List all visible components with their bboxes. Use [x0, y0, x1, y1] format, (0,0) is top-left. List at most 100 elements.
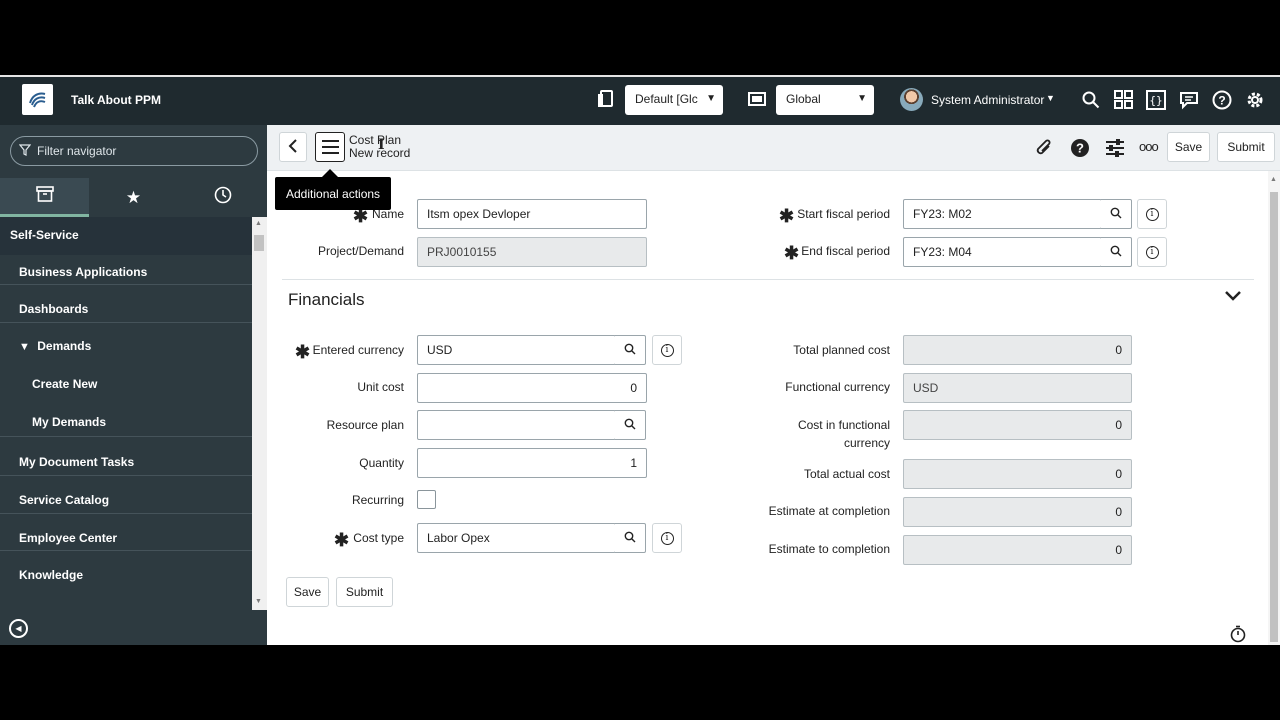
save-label: Save: [293, 585, 322, 599]
stopwatch-icon[interactable]: [1229, 625, 1247, 645]
scope-value: Global: [786, 92, 821, 106]
nav-item-label: Knowledge: [19, 568, 84, 582]
end-fiscal-period-info-button[interactable]: i: [1137, 237, 1167, 267]
submit-button[interactable]: Submit: [1217, 132, 1275, 162]
total-actual-cost-label: Total actual cost: [803, 467, 890, 481]
chat-icon[interactable]: [1179, 90, 1199, 114]
update-set-select[interactable]: Default [Glc ▼: [625, 85, 723, 115]
quantity-label: Quantity: [359, 456, 404, 470]
collapse-navigator-icon[interactable]: ◀: [9, 619, 28, 638]
scrollbar-thumb[interactable]: [1270, 192, 1278, 642]
more-options-icon[interactable]: ooo: [1139, 137, 1159, 157]
estimate-to-completion-field[interactable]: 0: [903, 535, 1132, 565]
tab-history[interactable]: [178, 178, 267, 217]
entered-currency-label: Entered currency: [312, 343, 404, 357]
project-demand-field[interactable]: PRJ0010155: [417, 237, 647, 267]
scrollbar-thumb[interactable]: [254, 235, 264, 251]
cost-type-lookup-button[interactable]: [615, 523, 646, 553]
caret-down-icon: ▼: [19, 341, 30, 353]
nav-item-employee-center[interactable]: Employee Center: [0, 531, 252, 545]
navigator-scrollbar[interactable]: [252, 217, 267, 610]
entered-currency-lookup-button[interactable]: [615, 335, 646, 365]
nav-item-label: My Demands: [32, 415, 107, 429]
name-field[interactable]: Itsm opex Devloper: [417, 199, 647, 229]
recurring-checkbox[interactable]: [417, 490, 436, 509]
info-icon: i: [660, 343, 674, 357]
tab-favorites[interactable]: ★: [89, 178, 178, 217]
menu-icon-bar: [322, 146, 339, 148]
recurring-label: Recurring: [351, 493, 404, 507]
nav-item-dashboards[interactable]: Dashboards: [0, 302, 252, 316]
total-planned-cost-label: Total planned cost: [793, 343, 890, 357]
nav-item-demands[interactable]: ▼ Demands: [0, 339, 252, 353]
total-planned-cost-field[interactable]: 0: [903, 335, 1132, 365]
additional-actions-button[interactable]: [315, 132, 345, 162]
braces-icon[interactable]: {}: [1146, 90, 1166, 114]
search-icon: [624, 343, 636, 358]
info-icon: i: [1145, 207, 1159, 221]
unit-cost-field[interactable]: 0: [417, 373, 647, 403]
end-fiscal-period-field[interactable]: FY23: M04: [903, 237, 1102, 267]
quantity-field[interactable]: 1: [417, 448, 647, 478]
nav-section-self-service[interactable]: Self-Service: [0, 217, 252, 255]
help-icon[interactable]: ?: [1212, 90, 1232, 114]
nav-item-label: My Document Tasks: [19, 455, 135, 469]
chevron-down-icon[interactable]: ▼: [1046, 93, 1055, 103]
estimate-at-completion-field[interactable]: 0: [903, 497, 1132, 527]
end-fiscal-period-lookup-button[interactable]: [1101, 237, 1132, 267]
scroll-up-icon[interactable]: ▲: [255, 220, 262, 227]
submit-button-bottom[interactable]: Submit: [336, 577, 393, 607]
chevron-down-icon[interactable]: [1224, 289, 1242, 306]
paperclip-icon[interactable]: [1035, 138, 1053, 162]
total-actual-cost-field[interactable]: 0: [903, 459, 1132, 489]
start-fiscal-period-info-button[interactable]: i: [1137, 199, 1167, 229]
nav-item-my-demands[interactable]: My Demands: [0, 415, 252, 429]
entered-currency-info-button[interactable]: i: [652, 335, 682, 365]
filter-icon: [18, 144, 32, 159]
nav-item-my-document-tasks[interactable]: My Document Tasks: [0, 455, 252, 469]
functional-currency-label: Functional currency: [785, 380, 890, 394]
divider: [0, 513, 252, 514]
document-icon[interactable]: [596, 89, 616, 113]
functional-currency-field[interactable]: USD: [903, 373, 1132, 403]
divider: [0, 550, 252, 551]
filter-placeholder: Filter navigator: [37, 144, 117, 158]
scroll-down-icon[interactable]: ▼: [255, 598, 262, 605]
gear-icon[interactable]: [1245, 90, 1265, 114]
resource-plan-lookup-button[interactable]: [615, 410, 646, 440]
entered-currency-field[interactable]: USD: [417, 335, 616, 365]
cost-in-functional-currency-field[interactable]: 0: [903, 410, 1132, 440]
nav-item-create-new[interactable]: Create New: [0, 377, 252, 391]
tab-all-applications[interactable]: [0, 178, 89, 217]
nav-item-label: Create New: [32, 377, 98, 391]
avatar[interactable]: [900, 88, 923, 111]
additional-actions-tooltip: Additional actions: [275, 169, 391, 210]
search-icon[interactable]: [1082, 91, 1100, 113]
update-set-value: Default [Glc: [635, 92, 698, 106]
nav-item-knowledge[interactable]: Knowledge: [0, 568, 252, 582]
start-fiscal-period-lookup-button[interactable]: [1101, 199, 1132, 229]
back-button[interactable]: [279, 132, 307, 162]
menu-icon-bar: [322, 140, 339, 142]
help-icon[interactable]: ?: [1070, 138, 1090, 162]
save-button[interactable]: Save: [1167, 132, 1210, 162]
label-line: currency: [843, 436, 890, 450]
nav-item-business-applications[interactable]: Business Applications: [0, 265, 252, 279]
start-fiscal-period-field[interactable]: FY23: M02: [903, 199, 1102, 229]
cost-type-info-button[interactable]: i: [652, 523, 682, 553]
resource-plan-field[interactable]: [417, 410, 616, 440]
settings-sliders-icon[interactable]: [1105, 138, 1125, 162]
save-button-bottom[interactable]: Save: [286, 577, 329, 607]
window-icon[interactable]: [747, 89, 767, 113]
application-navigator: Filter navigator ★ Self-Service Business…: [0, 125, 267, 645]
company-logo[interactable]: [22, 84, 53, 115]
scroll-up-icon[interactable]: ▲: [1270, 176, 1277, 183]
user-menu[interactable]: System Administrator: [931, 93, 1044, 107]
search-icon: [1110, 207, 1122, 222]
estimate-to-completion-label: Estimate to completion: [768, 542, 890, 556]
filter-navigator-input[interactable]: Filter navigator: [10, 136, 258, 166]
cost-type-field[interactable]: Labor Opex: [417, 523, 616, 553]
grid-icon[interactable]: [1114, 90, 1134, 114]
scope-select[interactable]: Global ▼: [776, 85, 874, 115]
nav-item-service-catalog[interactable]: Service Catalog: [0, 493, 252, 507]
